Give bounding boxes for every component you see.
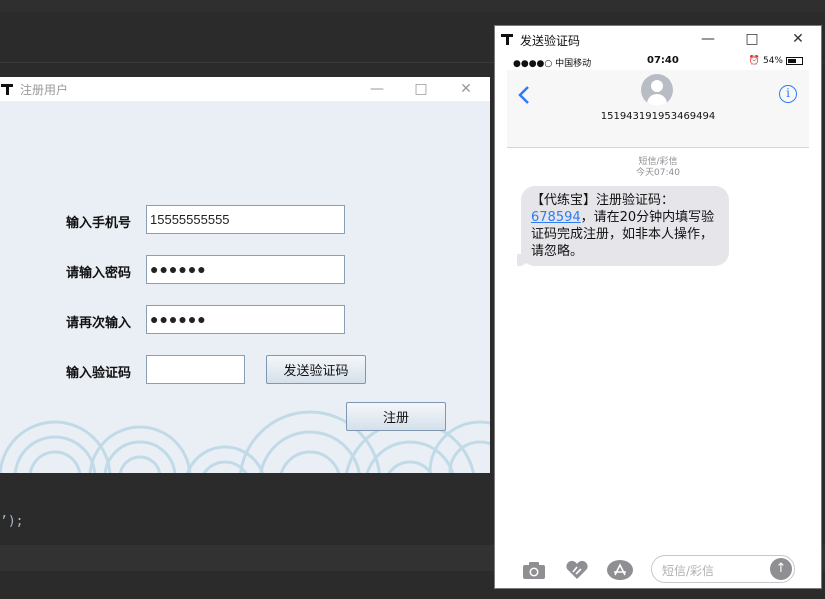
maximize-button[interactable]: □ xyxy=(398,77,444,101)
avatar[interactable] xyxy=(641,74,673,106)
thread-label: 短信/彩信 xyxy=(638,157,678,167)
phone-input[interactable]: 15555555555 xyxy=(146,205,345,234)
camera-icon[interactable] xyxy=(521,560,547,580)
register-window: 注册用户 — □ ✕ 输入手机号 15555555555 请输入密码 ●●●●●… xyxy=(0,77,490,473)
app-logo-icon xyxy=(501,34,513,45)
phone-screen: ●●●●○ 中国移动 07:40 ⏰ 54% 15194319195346949… xyxy=(507,52,809,588)
sms-titlebar[interactable]: 发送验证码 — □ ✕ xyxy=(495,26,821,52)
carrier-text: ●●●●○ 中国移动 xyxy=(513,59,592,69)
send-icon[interactable]: ↑ xyxy=(770,558,792,580)
sms-window-title: 发送验证码 xyxy=(520,34,581,48)
send-code-button[interactable]: 发送验证码 xyxy=(266,355,366,384)
battery-percent: 54% xyxy=(762,56,783,66)
back-chevron-icon[interactable] xyxy=(517,85,531,105)
phone-label: 输入手机号 xyxy=(66,216,132,231)
close-button[interactable]: ✕ xyxy=(775,26,821,52)
maximize-button[interactable]: □ xyxy=(729,26,775,52)
confirm-password-label: 请再次输入 xyxy=(66,316,132,331)
battery-icon xyxy=(786,57,803,65)
digital-touch-icon[interactable] xyxy=(564,560,590,580)
register-button[interactable]: 注册 xyxy=(346,402,446,431)
thread-meta: 短信/彩信 今天07:40 xyxy=(507,157,809,179)
verification-code-label: 输入验证码 xyxy=(66,366,132,381)
info-icon[interactable]: i xyxy=(779,85,797,103)
contact-number: 151943191953469494 xyxy=(600,111,716,122)
status-bar: ●●●●○ 中国移动 07:40 ⏰ 54% xyxy=(507,52,809,70)
message-input-placeholder: 短信/彩信 xyxy=(662,564,715,578)
sms-window: 发送验证码 — □ ✕ ●●●●○ 中国移动 07:40 ⏰ 54% 15194… xyxy=(494,25,822,589)
alarm-icon: ⏰ xyxy=(748,56,760,66)
close-button[interactable]: ✕ xyxy=(443,77,489,101)
status-time: 07:40 xyxy=(647,55,679,66)
compose-bar: 短信/彩信 ↑ xyxy=(507,552,809,588)
decorative-waves xyxy=(0,410,490,473)
app-store-icon[interactable] xyxy=(607,560,633,580)
register-window-title: 注册用户 xyxy=(20,83,69,97)
thread-time: 今天07:40 xyxy=(636,168,680,178)
message-bubble: 【代练宝】注册验证码： 678594，请在20分钟内填写验证码完成注册，如非本人… xyxy=(517,186,729,266)
verification-code-input[interactable] xyxy=(146,355,245,384)
minimize-button[interactable]: — xyxy=(354,77,400,101)
register-titlebar[interactable]: 注册用户 — □ ✕ xyxy=(0,77,490,101)
ide-code-fragment: ’); xyxy=(0,514,24,529)
conversation-header: 151943191953469494 i xyxy=(507,70,809,148)
status-right: ⏰ 54% xyxy=(749,56,803,66)
password-input[interactable]: ●●●●●● xyxy=(146,255,345,284)
app-logo-icon xyxy=(1,84,13,95)
minimize-button[interactable]: — xyxy=(685,26,731,52)
message-prefix: 【代练宝】注册验证码： xyxy=(531,193,675,208)
password-label: 请输入密码 xyxy=(66,266,132,281)
ide-top-strip xyxy=(0,0,825,12)
confirm-password-input[interactable]: ●●●●●● xyxy=(146,305,345,334)
verification-code-link[interactable]: 678594 xyxy=(531,210,581,225)
message-input[interactable]: 短信/彩信 ↑ xyxy=(651,555,795,583)
